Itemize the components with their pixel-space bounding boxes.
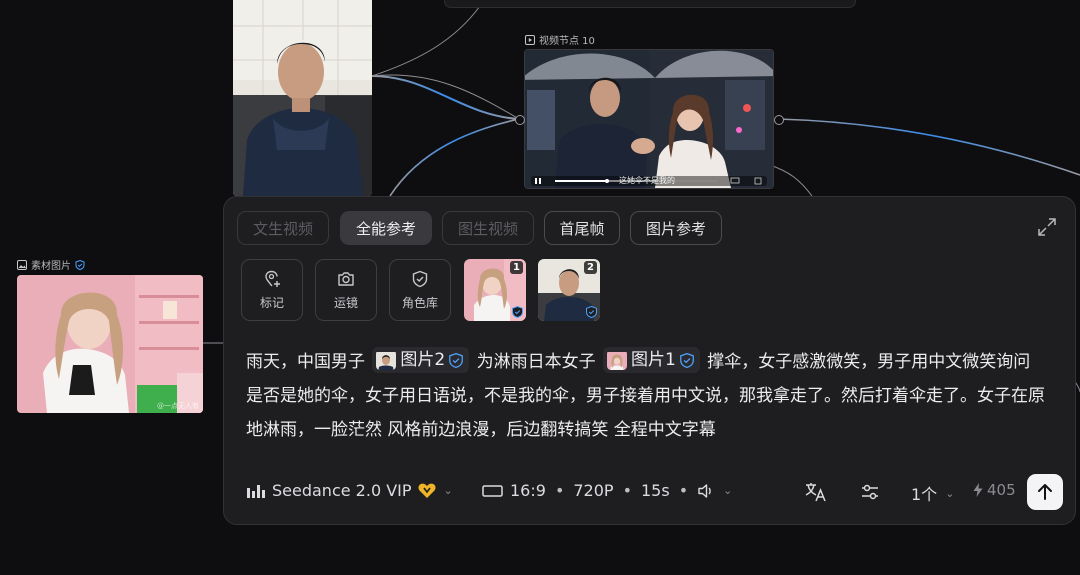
separator-dot: • (622, 481, 632, 500)
output-count-selector[interactable]: 1个 ⌄ (911, 481, 954, 505)
tab-label: 图片参考 (645, 219, 706, 238)
prompt-panel: 文生视频 全能参考 图生视频 首尾帧 图片参考 标记 运镜 角色库 1 2 雨天… (223, 196, 1076, 525)
aspect-ratio-value: 16:9 (510, 481, 546, 500)
watermark-text: @一点无人有 (157, 402, 199, 410)
video-node-title: 视频节点 10 (539, 36, 595, 47)
translate-icon[interactable] (804, 481, 828, 503)
tool-label: 标记 (259, 295, 284, 310)
tab-label: 图生视频 (457, 219, 518, 238)
video-node-output-port[interactable] (774, 115, 784, 125)
reference-number: 1 (510, 261, 523, 274)
woman-photo-image (17, 275, 203, 413)
video-frame-image (525, 50, 773, 188)
portrait-node[interactable] (233, 0, 372, 196)
speaker-icon (698, 483, 711, 498)
tab-label: 文生视频 (252, 219, 313, 238)
resolution-value: 720P (573, 481, 614, 500)
camera-icon (338, 271, 354, 286)
mention-image-1[interactable]: 图片1 (603, 347, 700, 373)
camera-move-tool-button[interactable]: 运镜 (315, 259, 377, 321)
duration-value: 15s (641, 481, 670, 500)
video-node-input-port[interactable] (515, 115, 525, 125)
prompt-text: 为淋雨日本女子 (476, 352, 596, 372)
video-subtitle: 这她伞不是我的 (619, 176, 675, 185)
signal-bars-icon (247, 484, 265, 498)
tab-label: 全能参考 (355, 219, 416, 238)
prompt-text: 雨天，中国男子 (246, 352, 365, 372)
material-node-title: 素材图片 (31, 261, 71, 272)
tab-omni-reference[interactable]: 全能参考 (340, 211, 432, 245)
verified-badge-icon (75, 259, 85, 270)
mark-tool-button[interactable]: 标记 (241, 259, 303, 321)
tab-label: 首尾帧 (559, 219, 605, 238)
mention-thumbnail (376, 350, 397, 370)
prompt-input[interactable]: 雨天，中国男子 图片2 为淋雨日本女子 图片1 撑伞，女子感激微笑，男子用中文微… (246, 345, 1046, 447)
lightning-icon (973, 483, 983, 497)
mention-image-2[interactable]: 图片2 (372, 347, 470, 373)
expand-icon[interactable] (1037, 217, 1057, 237)
reference-number: 2 (584, 261, 597, 274)
aspect-ratio-icon (482, 484, 503, 497)
video-node[interactable]: 这她伞不是我的 (524, 49, 774, 189)
reference-image-1[interactable]: 1 (464, 259, 526, 321)
tool-label: 角色库 (401, 295, 438, 310)
reference-image-2[interactable]: 2 (538, 259, 600, 321)
man-portrait-image (233, 0, 372, 196)
separator-dot: • (678, 481, 689, 500)
tab-image-to-video[interactable]: 图生视频 (442, 211, 534, 245)
credits-display: 405 (972, 481, 1016, 499)
adjustments-icon[interactable] (860, 483, 880, 501)
video-settings-selector[interactable]: 16:9 • 720P • 15s • ⌄ (482, 481, 732, 500)
shield-check-icon (412, 270, 428, 287)
image-icon (17, 259, 27, 270)
video-node-label: 视频节点 10 (525, 32, 595, 47)
tool-label: 运镜 (333, 295, 358, 310)
tab-first-last-frame[interactable]: 首尾帧 (544, 211, 620, 245)
chevron-down-icon: ⌄ (723, 484, 733, 497)
arrow-up-icon (1038, 484, 1052, 500)
mention-label: 图片2 (400, 350, 446, 370)
chevron-down-icon: ⌄ (443, 484, 453, 497)
verified-badge-icon (680, 352, 694, 368)
tab-text-to-video[interactable]: 文生视频 (237, 211, 329, 245)
verified-badge-icon (586, 306, 597, 318)
mention-thumbnail (607, 350, 628, 370)
model-name: Seedance 2.0 VIP (272, 481, 412, 500)
output-count: 1个 (911, 485, 938, 504)
send-button[interactable] (1027, 474, 1063, 510)
mention-label: 图片1 (631, 350, 676, 370)
verified-badge-icon (449, 352, 464, 368)
credits-value: 405 (987, 481, 1016, 499)
model-selector[interactable]: Seedance 2.0 VIP ⌄ (246, 481, 453, 500)
material-node-label: 素材图片 (17, 257, 85, 272)
separator-dot: • (554, 481, 565, 500)
material-image-node[interactable]: @一点无人有 (17, 275, 203, 413)
verified-badge-icon (512, 306, 523, 318)
partial-node-top (444, 0, 856, 8)
video-icon (525, 34, 535, 45)
map-pin-add-icon (265, 270, 280, 287)
tab-image-reference[interactable]: 图片参考 (630, 211, 722, 245)
character-library-tool-button[interactable]: 角色库 (389, 259, 451, 321)
vip-heart-icon (418, 483, 436, 498)
chevron-down-icon: ⌄ (945, 486, 955, 500)
